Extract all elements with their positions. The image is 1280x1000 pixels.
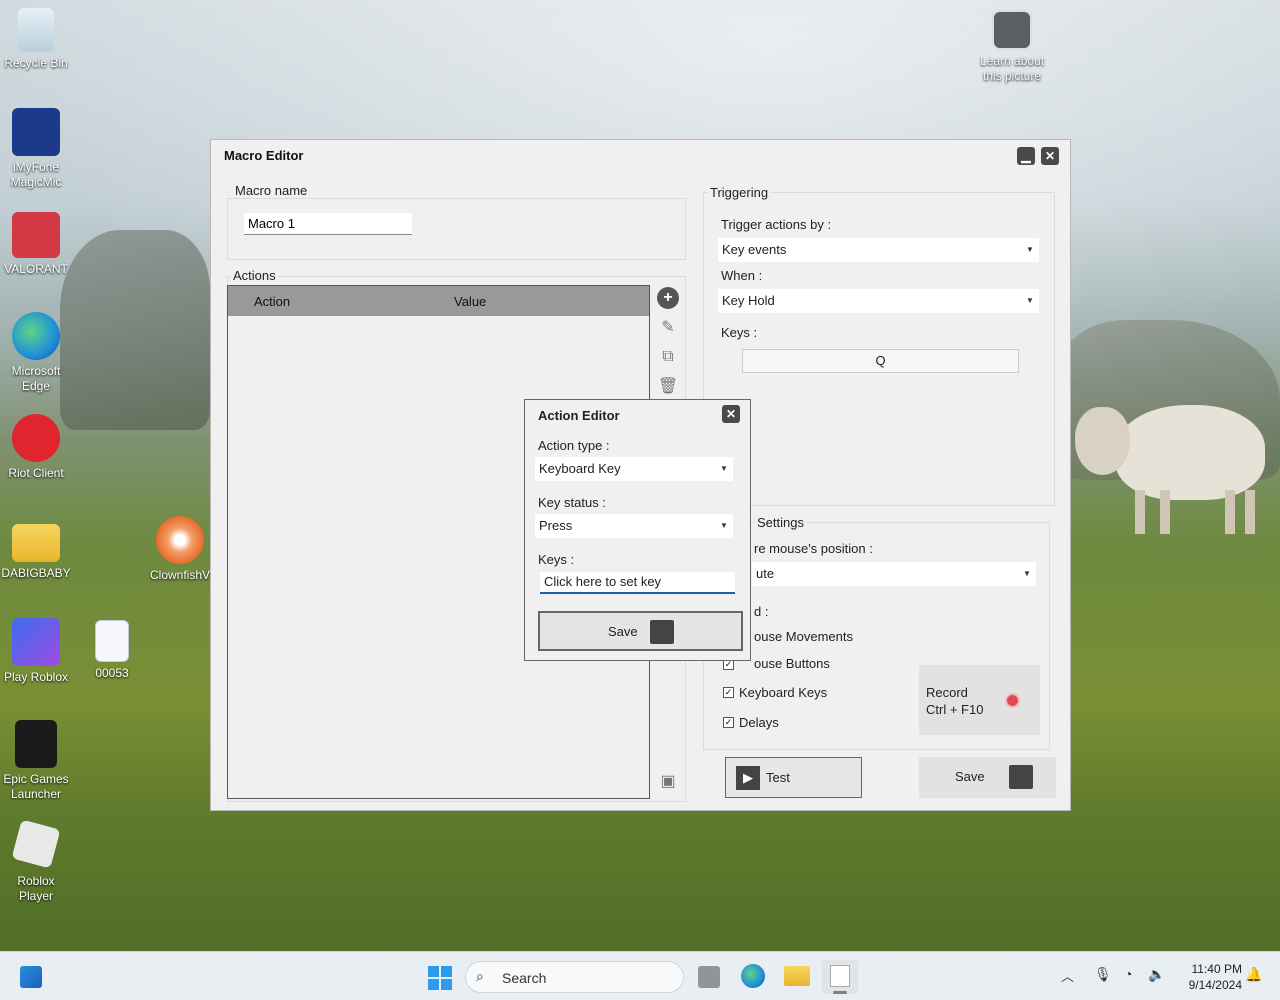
trigger-keys-field[interactable]: Q xyxy=(742,349,1019,373)
key-status-select[interactable]: Press ▼ xyxy=(535,514,733,538)
wifi-icon[interactable]: ◔ xyxy=(1124,966,1132,982)
picture-info-icon xyxy=(992,10,1032,50)
triggering-label: Triggering xyxy=(708,185,771,200)
column-value[interactable]: Value xyxy=(454,294,486,309)
trigger-by-label: Trigger actions by : xyxy=(721,217,832,232)
clownfish-icon xyxy=(156,516,204,564)
option-mouse-buttons[interactable]: ouse Buttons xyxy=(754,656,830,671)
floppy-disk-icon xyxy=(1009,765,1033,789)
macro-name-label: Macro name xyxy=(233,183,310,198)
volume-icon[interactable]: 🔈 xyxy=(1148,966,1165,983)
chevron-down-icon: ▼ xyxy=(720,464,728,473)
minimize-button[interactable]: ▁ xyxy=(1017,147,1035,165)
edit-action-icon[interactable]: ✎ xyxy=(657,317,679,339)
delete-action-icon[interactable]: 🗑 xyxy=(657,376,679,398)
search-box[interactable]: ⌕ Search xyxy=(465,961,684,993)
option-keyboard-keys[interactable]: Keyboard Keys xyxy=(739,685,827,700)
column-action[interactable]: Action xyxy=(254,294,290,309)
desktop-icon-edge[interactable]: Microsoft Edge xyxy=(0,312,72,394)
key-status-label: Key status : xyxy=(538,495,606,510)
desktop-learn-about-picture[interactable]: Learn about this picture xyxy=(972,10,1052,84)
option-keyboard-keys-checkbox[interactable]: ✓ xyxy=(723,687,734,698)
dialog-keys-label: Keys : xyxy=(538,552,575,567)
duplicate-action-icon[interactable]: ⧉ xyxy=(657,346,679,368)
dialog-save-button[interactable]: Save xyxy=(538,611,743,651)
mouse-position-select[interactable]: ute ▼ xyxy=(752,562,1036,586)
desktop-icon-epic-games[interactable]: Epic Games Launcher xyxy=(0,720,72,802)
action-type-label: Action type : xyxy=(538,438,610,453)
record-button[interactable]: Record Ctrl + F10 xyxy=(919,665,1040,735)
widgets-icon[interactable] xyxy=(20,966,42,988)
microphone-icon[interactable]: 🎙 xyxy=(1094,966,1112,983)
actions-label: Actions xyxy=(231,268,278,283)
desktop-icon-play-roblox[interactable]: Play Roblox xyxy=(0,618,72,685)
option-mouse-movements[interactable]: ouse Movements xyxy=(754,629,853,644)
action-type-select[interactable]: Keyboard Key ▼ xyxy=(535,457,733,481)
play-icon: ▶ xyxy=(736,766,760,790)
edge-taskbar-icon[interactable] xyxy=(741,964,765,988)
action-editor-dialog: Action Editor ✕ Action type : Keyboard K… xyxy=(524,399,751,661)
chevron-down-icon: ▼ xyxy=(1026,245,1034,254)
roblox-player-icon xyxy=(11,819,61,869)
video-file-icon xyxy=(95,620,129,662)
macro-app-taskbar-icon[interactable] xyxy=(822,960,858,994)
save-button[interactable]: Save xyxy=(919,757,1056,798)
desktop-icon-imyfone[interactable]: iMyFone MagicMic xyxy=(0,108,72,190)
wallpaper-sheep xyxy=(1075,395,1265,535)
desktop-icon-roblox-player[interactable]: Roblox Player xyxy=(0,819,72,904)
taskbar: ⌕ Search ︿ 🎙 ◔ 🔈 11:40 PM 9/14/2024 🔔 xyxy=(0,951,1280,1000)
import-folder-icon[interactable]: ▣ xyxy=(657,771,679,793)
trigger-by-select[interactable]: Key events ▼ xyxy=(718,238,1039,262)
recycle-bin-icon xyxy=(18,8,54,52)
wallpaper-cliff xyxy=(60,230,210,430)
macro-name-input[interactable] xyxy=(244,213,412,235)
when-label: When : xyxy=(721,268,763,283)
floppy-disk-icon xyxy=(650,620,674,644)
desktop-icon-valorant[interactable]: VALORANT xyxy=(0,212,72,277)
search-icon: ⌕ xyxy=(476,968,484,984)
mouse-position-label: re mouse's position : xyxy=(754,541,873,556)
when-select[interactable]: Key Hold ▼ xyxy=(718,289,1039,313)
actions-list-header: Action Value xyxy=(228,286,649,316)
imyfone-magicmic-icon xyxy=(12,108,60,156)
notification-bell-icon[interactable]: 🔔 xyxy=(1245,966,1262,983)
desktop-icon-dabigbaby[interactable]: DABIGBABY xyxy=(0,518,72,581)
edge-icon xyxy=(12,312,60,360)
riot-client-icon xyxy=(12,414,60,462)
desktop-icon-recycle-bin[interactable]: Recycle Bin xyxy=(0,8,72,71)
roblox-studio-icon xyxy=(12,618,60,666)
file-explorer-icon[interactable] xyxy=(784,966,810,986)
window-title: Macro Editor xyxy=(224,148,304,163)
add-action-icon[interactable]: + xyxy=(657,287,679,309)
folder-icon xyxy=(12,524,60,562)
chevron-down-icon: ▼ xyxy=(1023,569,1031,578)
valorant-icon xyxy=(12,212,60,258)
close-button[interactable]: ✕ xyxy=(1041,147,1059,165)
test-button[interactable]: ▶ Test xyxy=(725,757,862,798)
record-dot-icon xyxy=(1007,695,1018,706)
dialog-close-button[interactable]: ✕ xyxy=(722,405,740,423)
clock[interactable]: 11:40 PM 9/14/2024 xyxy=(1176,961,1242,993)
start-button[interactable] xyxy=(428,966,452,990)
desktop-icon-riot-client[interactable]: Riot Client xyxy=(0,414,72,481)
record-options-label: d : xyxy=(754,604,769,619)
desktop-icon-00053[interactable]: 00053 xyxy=(76,620,148,681)
option-delays[interactable]: Delays xyxy=(739,715,779,730)
task-view-icon[interactable] xyxy=(698,966,720,988)
dialog-keys-input[interactable]: Click here to set key xyxy=(540,572,735,594)
epic-games-icon xyxy=(15,720,57,768)
dialog-title: Action Editor xyxy=(538,408,620,423)
trigger-keys-label: Keys : xyxy=(721,325,758,340)
desktop-icon-clownfish[interactable]: ClownfishV xyxy=(148,516,212,583)
chevron-down-icon: ▼ xyxy=(1026,296,1034,305)
settings-label: Settings xyxy=(755,515,806,530)
option-delays-checkbox[interactable]: ✓ xyxy=(723,717,734,728)
chevron-down-icon: ▼ xyxy=(720,521,728,530)
show-hidden-icons-chevron[interactable]: ︿ xyxy=(1061,966,1074,985)
